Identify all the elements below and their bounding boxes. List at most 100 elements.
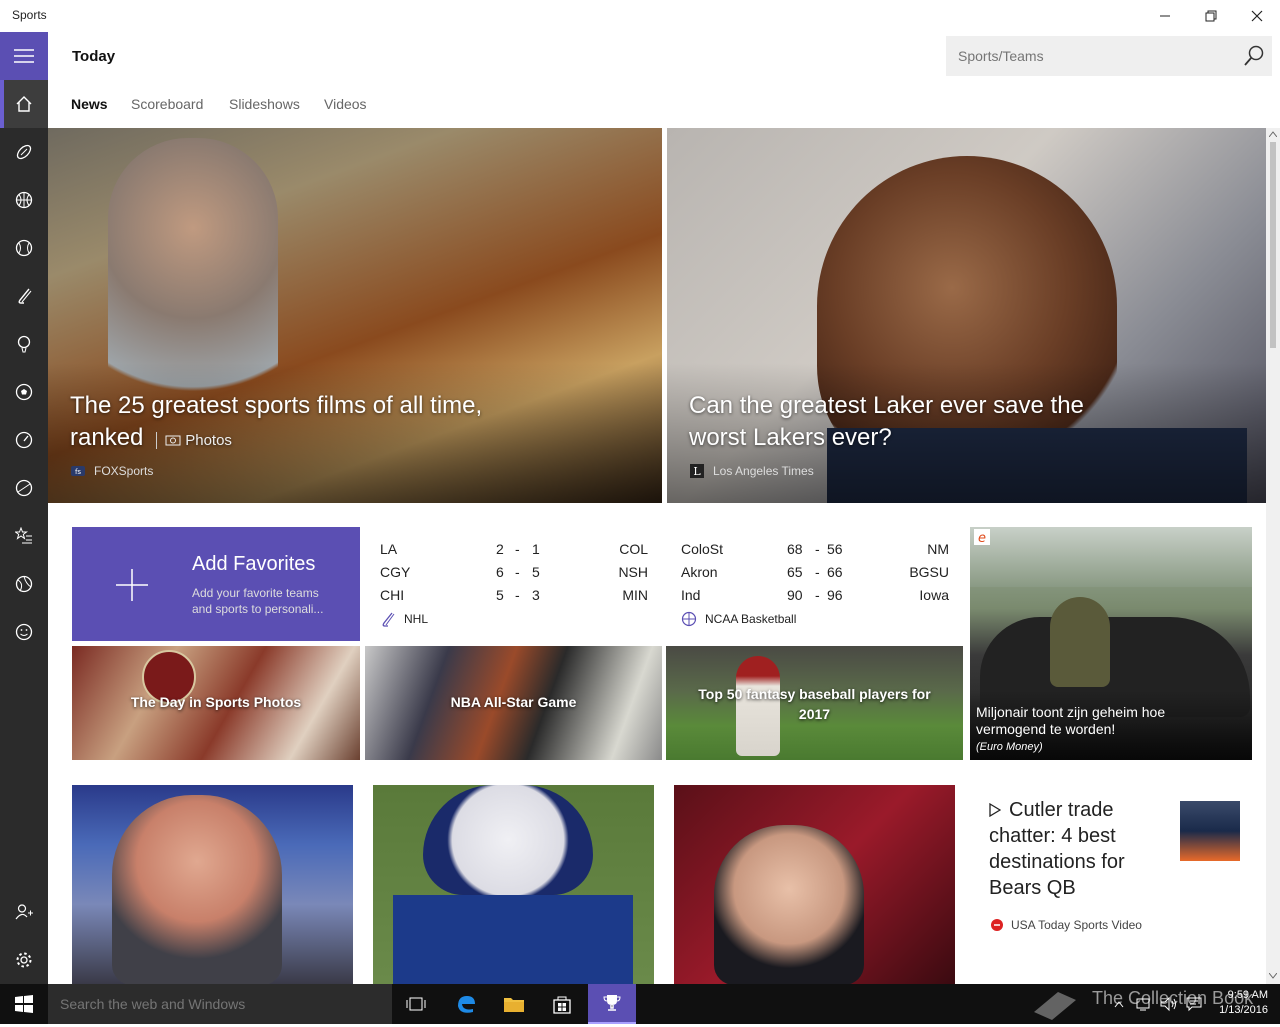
- photo-tile-caption: The Day in Sports Photos: [130, 694, 302, 710]
- story-card-thumbnail: [1180, 801, 1240, 861]
- ad-photo-person: [1050, 597, 1110, 687]
- speedometer-icon: [15, 431, 33, 449]
- hockey-icon: [382, 612, 395, 627]
- search-icon[interactable]: [1242, 44, 1266, 68]
- network-icon[interactable]: [1136, 996, 1152, 1012]
- tab-slideshows[interactable]: Slideshows: [229, 96, 300, 112]
- taskbar-app-store[interactable]: [538, 984, 586, 1024]
- hero-story-lakers[interactable]: Can the greatest Laker ever save the wor…: [667, 128, 1266, 503]
- ad-tile[interactable]: e Miljonair toont zijn geheim hoe vermog…: [970, 527, 1252, 760]
- foxsports-logo-icon: fs: [71, 466, 85, 476]
- story-image-coach[interactable]: [72, 785, 353, 984]
- rail-item-tennis[interactable]: [0, 464, 48, 512]
- scoreboard-tile-nhl[interactable]: LA 2 - 1 COL CGY 6 - 5 NSH CHI 5 - 3 MIN…: [365, 527, 662, 641]
- tab-news[interactable]: News: [71, 96, 108, 112]
- taskbar: The Collection Book 9:59 AM 1/13/2016: [0, 984, 1280, 1024]
- score-row: Akron 65 - 66 BGSU: [681, 564, 949, 580]
- scroll-down-icon[interactable]: [1269, 973, 1277, 979]
- golf-icon: [17, 335, 31, 353]
- minimize-icon: [1160, 15, 1170, 17]
- photos-label: Photos: [156, 432, 232, 449]
- close-button[interactable]: [1234, 0, 1280, 32]
- svg-text:fs: fs: [75, 468, 81, 476]
- rail-item-golf[interactable]: [0, 320, 48, 368]
- football-icon: [16, 144, 32, 160]
- search-input[interactable]: [946, 36, 1236, 76]
- notifications-icon[interactable]: [1186, 996, 1202, 1012]
- taskbar-search-input[interactable]: [48, 984, 392, 1024]
- start-button[interactable]: [0, 984, 48, 1024]
- gear-icon: [16, 952, 32, 968]
- minimize-button[interactable]: [1142, 0, 1188, 32]
- story-image-football[interactable]: [373, 785, 654, 984]
- rail-item-baseball[interactable]: [0, 224, 48, 272]
- page-header: Today News Scoreboard Slideshows Videos: [48, 32, 1280, 128]
- vertical-scrollbar[interactable]: [1266, 128, 1280, 984]
- score-row: LA 2 - 1 COL: [380, 541, 648, 557]
- basketball-icon: [681, 611, 697, 627]
- jersey-graphic: [393, 895, 633, 984]
- story-card-cutler[interactable]: Cutler trade chatter: 4 best destination…: [975, 785, 1256, 948]
- star-list-icon: [15, 527, 32, 544]
- taskbar-app-explorer[interactable]: [490, 984, 538, 1024]
- ad-caption: Miljonair toont zijn geheim hoe vermogen…: [976, 704, 1166, 737]
- scroll-up-icon[interactable]: [1269, 131, 1277, 137]
- photo-tile-caption: NBA All-Star Game: [450, 694, 577, 710]
- photo-tile-nba-all-star[interactable]: NBA All-Star Game: [365, 646, 662, 760]
- home-icon: [16, 96, 32, 112]
- rail-item-home[interactable]: [0, 80, 48, 128]
- rail-item-racing[interactable]: [0, 416, 48, 464]
- hamburger-menu-button[interactable]: [0, 32, 48, 80]
- usatoday-logo-icon: [991, 919, 1003, 931]
- rail-item-fun[interactable]: [0, 608, 48, 656]
- taskbar-app-edge[interactable]: [442, 984, 490, 1024]
- rail-item-football[interactable]: [0, 128, 48, 176]
- helmet-graphic: [423, 785, 593, 895]
- window-title: Sports: [12, 8, 47, 22]
- watermark-book-icon: [1030, 986, 1080, 1022]
- photo-tile-day-in-sports[interactable]: The Day in Sports Photos: [72, 646, 360, 760]
- photo-tile-fantasy-baseball[interactable]: Top 50 fantasy baseball players for 2017: [666, 646, 963, 760]
- volume-icon[interactable]: [1160, 996, 1178, 1012]
- taskbar-clock[interactable]: 9:59 AM 1/13/2016: [1210, 988, 1268, 1018]
- navigation-rail: [0, 32, 48, 984]
- taskbar-search: [48, 984, 392, 1024]
- add-favorites-subtitle: Add your favorite teams and sports to pe…: [192, 586, 324, 616]
- rail-item-favorites[interactable]: [0, 512, 48, 560]
- svg-text:e: e: [978, 531, 986, 545]
- smiley-icon: [15, 623, 33, 641]
- scoreboard-tile-ncaa[interactable]: ColoSt 68 - 56 NM Akron 65 - 66 BGSU Ind…: [666, 527, 963, 641]
- rail-item-account[interactable]: [0, 888, 48, 936]
- show-hidden-icons-icon[interactable]: [1114, 1000, 1124, 1008]
- story-card-next[interactable]: [975, 968, 1256, 984]
- tab-videos[interactable]: Videos: [324, 96, 367, 112]
- hero-source: L Los Angeles Times: [689, 463, 814, 479]
- story-card-source: USA Today Sports Video: [991, 918, 1142, 932]
- title-bar: Sports: [0, 0, 1280, 32]
- add-favorites-tile[interactable]: Add Favorites Add your favorite teams an…: [72, 527, 360, 641]
- hero-caption: Can the greatest Laker ever save the wor…: [689, 392, 1084, 451]
- baseball-icon: [15, 239, 33, 257]
- restore-button[interactable]: [1188, 0, 1234, 32]
- close-icon: [1251, 10, 1263, 22]
- rail-item-settings[interactable]: [0, 936, 48, 984]
- taskbar-app-sports[interactable]: [588, 984, 636, 1024]
- folder-icon: [504, 998, 524, 1012]
- hockey-icon: [18, 288, 32, 304]
- coach-graphic: [112, 795, 282, 984]
- rail-item-basketball[interactable]: [0, 176, 48, 224]
- scrollbar-thumb[interactable]: [1270, 142, 1276, 348]
- story-image-owner[interactable]: [674, 785, 955, 984]
- hero-story-films[interactable]: The 25 greatest sports films of all time…: [48, 128, 662, 503]
- add-person-icon: [15, 904, 33, 920]
- rail-item-hockey[interactable]: [0, 272, 48, 320]
- task-view-button[interactable]: [392, 984, 440, 1024]
- rail-item-soccer[interactable]: [0, 368, 48, 416]
- restore-icon: [1205, 10, 1217, 22]
- tab-scoreboard[interactable]: Scoreboard: [131, 96, 203, 112]
- svg-text:L: L: [693, 465, 701, 478]
- league-label: NHL: [380, 611, 428, 627]
- edge-icon: [458, 996, 475, 1013]
- hero-source: fs FOXSports: [70, 463, 153, 479]
- rail-item-sports-ball[interactable]: [0, 560, 48, 608]
